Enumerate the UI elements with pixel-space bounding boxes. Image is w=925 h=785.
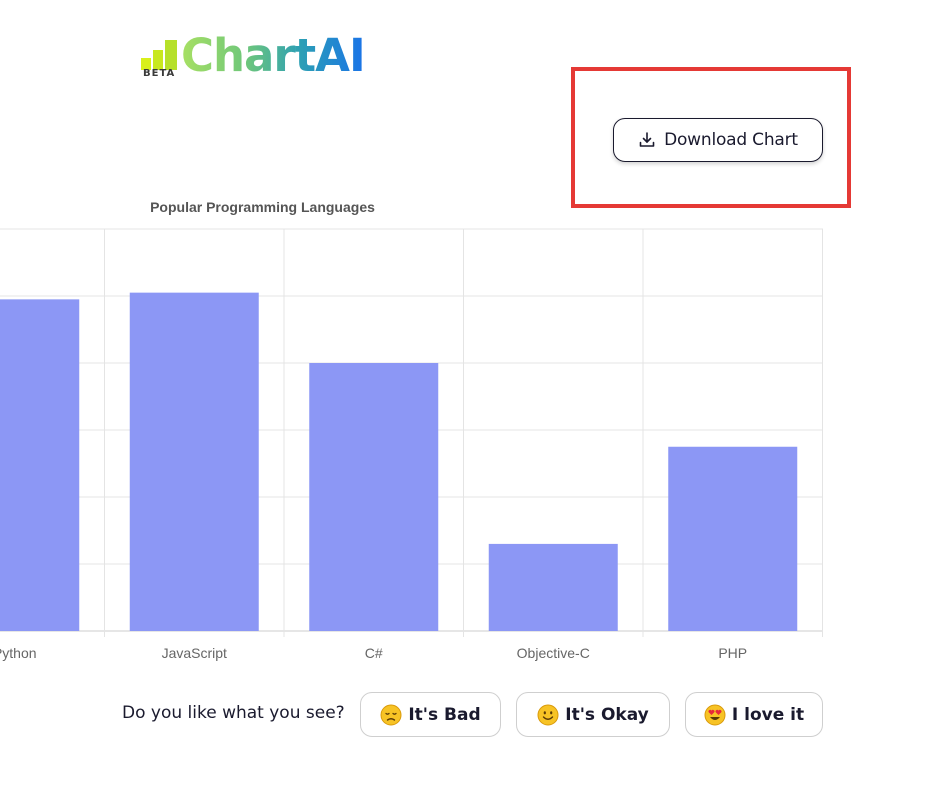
bar-chart: Python JavaScript C# Objective-C PHP [0,228,823,661]
feedback-bad-label: It's Bad [408,704,481,725]
x-tick-label: Objective-C [517,645,590,661]
x-tick-label: C# [365,645,383,661]
page: BETA ChartAI Download Chart Popular Prog… [0,0,925,785]
x-tick-label: JavaScript [162,645,227,661]
heart-eyes-icon [704,704,726,725]
bar-objective-c [488,543,618,631]
feedback-bad-button[interactable]: It's Bad [360,692,501,737]
bar-python [0,299,80,631]
x-tick-label: PHP [718,645,747,661]
bar-c- [309,363,439,631]
bar-javascript [129,292,259,631]
feedback-prompt: Do you like what you see? [122,703,345,723]
x-tick-label: Python [0,645,37,661]
smile-face-icon [537,704,559,725]
feedback-love-button[interactable]: I love it [685,692,823,737]
feedback-love-label: I love it [731,704,805,725]
feedback-okay-button[interactable]: It's Okay [516,692,670,737]
feedback-okay-label: It's Okay [565,704,649,725]
sad-face-icon [380,704,402,725]
bar-php [668,446,798,631]
